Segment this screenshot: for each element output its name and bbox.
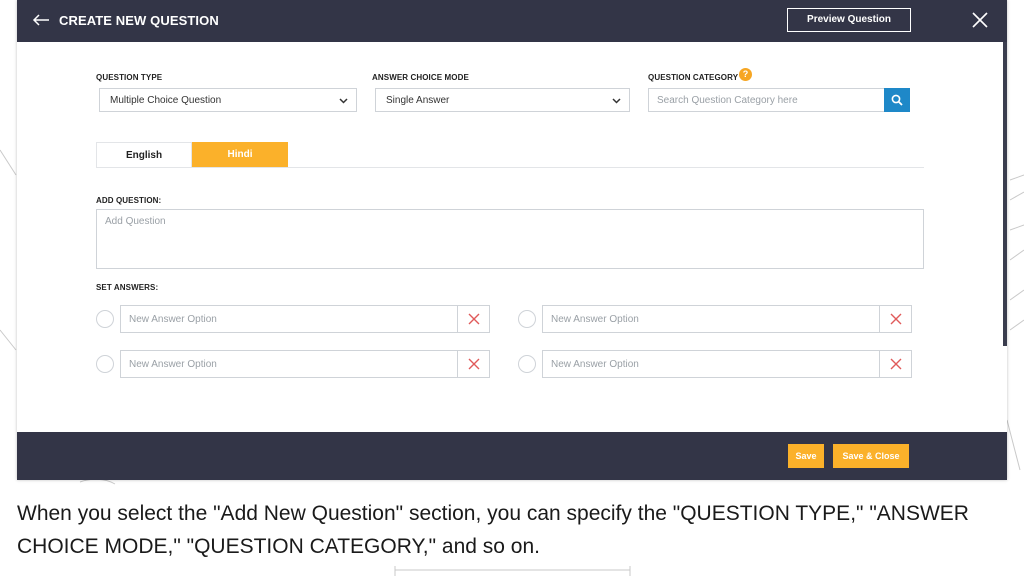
question-textarea[interactable] <box>96 209 924 269</box>
answer-option-input[interactable] <box>543 306 878 332</box>
answer-option-input[interactable] <box>121 306 456 332</box>
close-icon[interactable] <box>971 11 989 29</box>
delete-answer-button[interactable] <box>457 306 489 332</box>
modal-header: CREATE NEW QUESTION Preview Question <box>17 0 1007 42</box>
answer-option-input[interactable] <box>543 351 878 377</box>
answer-option-input[interactable] <box>121 351 456 377</box>
set-answers-label: SET ANSWERS: <box>96 283 159 292</box>
question-type-select[interactable]: Multiple Choice Question <box>99 88 357 112</box>
question-category-input[interactable] <box>649 89 884 111</box>
chevron-down-icon <box>339 98 348 104</box>
answer-option-field <box>120 305 490 333</box>
close-icon <box>468 313 480 325</box>
scrollbar[interactable] <box>1003 42 1007 346</box>
tab-hindi[interactable]: Hindi <box>192 142 288 168</box>
close-icon <box>890 313 902 325</box>
answer-choice-mode-value: Single Answer <box>386 95 450 106</box>
answer-radio[interactable] <box>96 355 114 373</box>
delete-answer-button[interactable] <box>457 351 489 377</box>
delete-answer-button[interactable] <box>879 351 911 377</box>
help-icon[interactable]: ? <box>739 68 752 81</box>
question-type-value: Multiple Choice Question <box>110 95 222 106</box>
save-button[interactable]: Save <box>788 444 824 468</box>
arrow-left-icon[interactable] <box>31 10 51 30</box>
modal-title: CREATE NEW QUESTION <box>59 13 219 28</box>
question-category-label: QUESTION CATEGORY <box>648 73 739 82</box>
answer-option-field <box>120 350 490 378</box>
close-icon <box>468 358 480 370</box>
save-and-close-button[interactable]: Save & Close <box>833 444 909 468</box>
caption-text: When you select the "Add New Question" s… <box>17 502 969 558</box>
answer-option-field <box>542 350 912 378</box>
close-icon <box>890 358 902 370</box>
answer-radio[interactable] <box>96 310 114 328</box>
answer-radio[interactable] <box>518 355 536 373</box>
question-type-label: QUESTION TYPE <box>96 73 163 82</box>
answer-choice-mode-select[interactable]: Single Answer <box>375 88 630 112</box>
chevron-down-icon <box>612 98 621 104</box>
add-question-label: ADD QUESTION: <box>96 196 162 205</box>
tab-divider <box>96 167 924 168</box>
tab-english[interactable]: English <box>96 142 192 168</box>
modal-footer: Save Save & Close <box>17 432 1007 480</box>
answer-radio[interactable] <box>518 310 536 328</box>
create-question-modal: CREATE NEW QUESTION Preview Question QUE… <box>17 0 1007 480</box>
answer-option-field <box>542 305 912 333</box>
search-button[interactable] <box>884 88 910 112</box>
answer-choice-mode-label: ANSWER CHOICE MODE <box>372 73 469 82</box>
search-icon <box>891 94 903 106</box>
preview-question-button[interactable]: Preview Question <box>787 8 911 32</box>
question-category-search <box>648 88 910 112</box>
delete-answer-button[interactable] <box>879 306 911 332</box>
